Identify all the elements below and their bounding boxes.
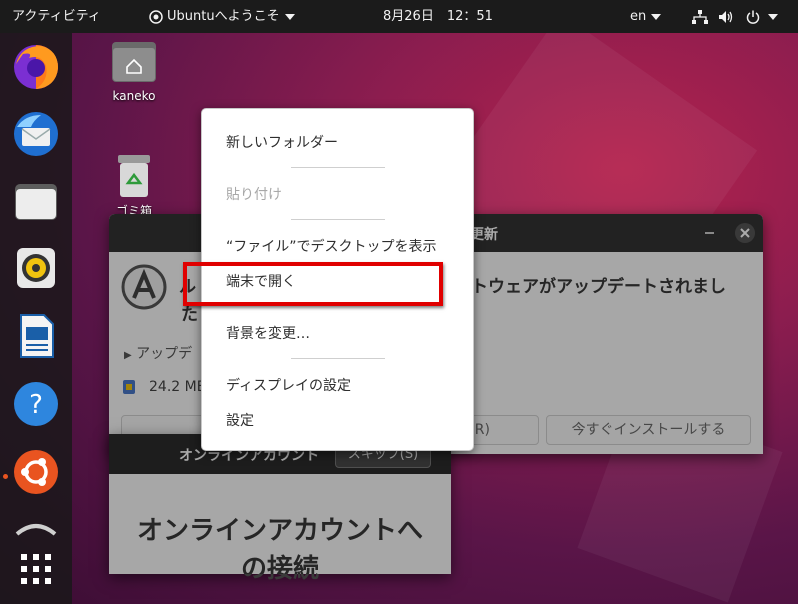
speaker-icon	[17, 248, 55, 288]
system-menu[interactable]	[692, 0, 779, 33]
chevron-down-icon	[651, 13, 662, 20]
menu-item-paste[interactable]: 貼り付け	[226, 185, 282, 205]
running-indicator	[3, 474, 8, 479]
app-menu-label: Ubuntuへようこそ	[167, 9, 280, 24]
ubuntu-icon	[14, 450, 58, 494]
partial-launcher[interactable]	[11, 514, 61, 536]
thunderbird-icon	[14, 112, 58, 156]
online-accounts-dim-overlay	[109, 434, 451, 574]
menu-item-new-folder[interactable]: 新しいフォルダー	[226, 133, 338, 153]
thunderbird-launcher[interactable]	[11, 109, 61, 159]
menu-separator	[291, 219, 385, 220]
firefox-launcher[interactable]	[11, 42, 61, 92]
highlight-box	[183, 262, 443, 306]
partial-icon	[15, 524, 57, 536]
app-menu[interactable]: Ubuntuへようこそ	[149, 0, 295, 33]
help-icon: ?	[14, 382, 58, 426]
language-label: en	[630, 9, 647, 24]
svg-text:?: ?	[29, 390, 43, 420]
menu-item-display-settings[interactable]: ディスプレイの設定	[226, 376, 351, 396]
ubuntu-software-launcher[interactable]	[11, 447, 61, 497]
chevron-down-icon	[284, 13, 295, 20]
menu-item-change-background[interactable]: 背景を変更…	[226, 324, 310, 344]
home-folder-desktop-icon[interactable]: kaneko	[103, 40, 165, 103]
power-icon	[747, 10, 760, 24]
grid-icon	[21, 554, 51, 584]
clock[interactable]: 8月26日 12：51	[383, 0, 493, 33]
trash-icon	[118, 155, 150, 197]
help-app-icon	[149, 9, 163, 24]
top-bar: アクティビティ Ubuntuへようこそ 8月26日 12：51 en	[0, 0, 798, 33]
rhythmbox-launcher[interactable]	[11, 243, 61, 293]
folder-icon	[15, 184, 57, 220]
language-indicator[interactable]: en	[630, 0, 662, 33]
dock: ?	[0, 33, 72, 604]
files-launcher[interactable]	[11, 176, 61, 226]
volume-icon	[719, 10, 733, 23]
menu-item-settings[interactable]: 設定	[226, 411, 254, 431]
activities-button[interactable]: アクティビティ	[12, 0, 101, 33]
show-applications-button[interactable]	[11, 546, 61, 596]
home-folder-icon	[112, 42, 156, 82]
menu-item-show-desktop-in-files[interactable]: “ファイル”でデスクトップを表示	[226, 237, 437, 257]
help-launcher[interactable]: ?	[11, 379, 61, 429]
network-icon	[692, 9, 708, 24]
firefox-icon	[14, 45, 58, 89]
menu-separator	[291, 358, 385, 359]
trash-desktop-icon[interactable]: ゴミ箱	[103, 153, 165, 219]
home-folder-label: kaneko	[112, 89, 156, 103]
libreoffice-writer-launcher[interactable]	[11, 311, 61, 361]
document-icon	[20, 314, 54, 358]
menu-separator	[291, 167, 385, 168]
chevron-down-icon	[768, 13, 779, 20]
